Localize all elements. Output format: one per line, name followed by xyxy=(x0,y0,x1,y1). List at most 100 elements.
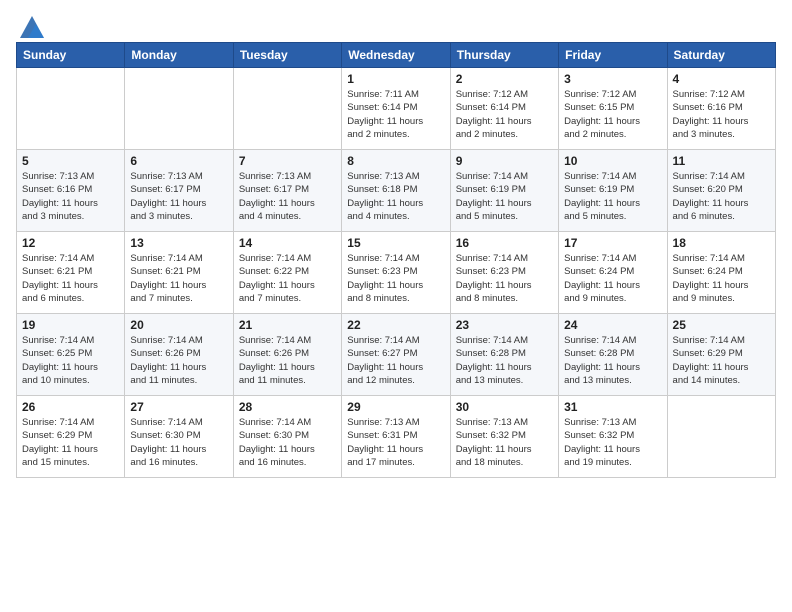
calendar-cell: 10Sunrise: 7:14 AM Sunset: 6:19 PM Dayli… xyxy=(559,150,667,232)
day-number: 24 xyxy=(564,318,661,332)
day-number: 18 xyxy=(673,236,770,250)
day-number: 16 xyxy=(456,236,553,250)
calendar-cell xyxy=(17,68,125,150)
calendar-header-row: SundayMondayTuesdayWednesdayThursdayFrid… xyxy=(17,43,776,68)
calendar-header-friday: Friday xyxy=(559,43,667,68)
day-info: Sunrise: 7:13 AM Sunset: 6:17 PM Dayligh… xyxy=(130,170,227,223)
calendar-cell: 15 Sunrise: 7:14 AM Sunset: 6:23 PM Dayli… xyxy=(342,232,450,314)
logo-icon xyxy=(18,12,46,40)
day-info: Sunrise: 7:14 AM Sunset: 6:30 PM Dayligh… xyxy=(130,416,227,469)
calendar-cell: 12 Sunrise: 7:14 AM Sunset: 6:21 PM Dayli… xyxy=(17,232,125,314)
day-number: 8 xyxy=(347,154,444,168)
calendar-cell: 30 Sunrise: 7:13 AM Sunset: 6:32 PM Dayli… xyxy=(450,396,558,478)
day-info: Sunrise: 7:14 AM Sunset: 6:24 PM Dayligh… xyxy=(564,252,661,305)
day-info: Sunrise: 7:13 AM Sunset: 6:32 PM Dayligh… xyxy=(456,416,553,469)
calendar-cell xyxy=(667,396,775,478)
day-info: Sunrise: 7:14 AM Sunset: 6:23 PM Dayligh… xyxy=(456,252,553,305)
day-info: Sunrise: 7:14 AM Sunset: 6:26 PM Dayligh… xyxy=(239,334,336,387)
day-info: Sunrise: 7:12 AM Sunset: 6:14 PM Dayligh… xyxy=(456,88,553,141)
calendar-header-tuesday: Tuesday xyxy=(233,43,341,68)
day-number: 31 xyxy=(564,400,661,414)
day-info: Sunrise: 7:12 AM Sunset: 6:15 PM Dayligh… xyxy=(564,88,661,141)
day-info: Sunrise: 7:14 AM Sunset: 6:24 PM Dayligh… xyxy=(673,252,770,305)
calendar-cell: 18 Sunrise: 7:14 AM Sunset: 6:24 PM Dayli… xyxy=(667,232,775,314)
day-number: 6 xyxy=(130,154,227,168)
calendar-week-5: 26Sunrise: 7:14 AM Sunset: 6:29 PM Dayli… xyxy=(17,396,776,478)
calendar-cell: 14Sunrise: 7:14 AM Sunset: 6:22 PM Dayli… xyxy=(233,232,341,314)
day-info: Sunrise: 7:11 AM Sunset: 6:14 PM Dayligh… xyxy=(347,88,444,141)
day-number: 29 xyxy=(347,400,444,414)
day-number: 20 xyxy=(130,318,227,332)
day-number: 13 xyxy=(130,236,227,250)
calendar-header-sunday: Sunday xyxy=(17,43,125,68)
day-number: 23 xyxy=(456,318,553,332)
day-number: 17 xyxy=(564,236,661,250)
day-number: 2 xyxy=(456,72,553,86)
day-info: Sunrise: 7:13 AM Sunset: 6:16 PM Dayligh… xyxy=(22,170,119,223)
day-info: Sunrise: 7:14 AM Sunset: 6:27 PM Dayligh… xyxy=(347,334,444,387)
day-number: 25 xyxy=(673,318,770,332)
calendar-cell xyxy=(233,68,341,150)
calendar: SundayMondayTuesdayWednesdayThursdayFrid… xyxy=(16,42,776,478)
calendar-cell: 1Sunrise: 7:11 AM Sunset: 6:14 PM Daylig… xyxy=(342,68,450,150)
calendar-header-wednesday: Wednesday xyxy=(342,43,450,68)
calendar-cell: 25 Sunrise: 7:14 AM Sunset: 6:29 PM Dayli… xyxy=(667,314,775,396)
day-info: Sunrise: 7:14 AM Sunset: 6:22 PM Dayligh… xyxy=(239,252,336,305)
calendar-week-4: 19Sunrise: 7:14 AM Sunset: 6:25 PM Dayli… xyxy=(17,314,776,396)
calendar-cell: 17 Sunrise: 7:14 AM Sunset: 6:24 PM Dayli… xyxy=(559,232,667,314)
calendar-cell: 5 Sunrise: 7:13 AM Sunset: 6:16 PM Daylig… xyxy=(17,150,125,232)
day-number: 5 xyxy=(22,154,119,168)
calendar-cell: 26Sunrise: 7:14 AM Sunset: 6:29 PM Dayli… xyxy=(17,396,125,478)
day-number: 30 xyxy=(456,400,553,414)
day-info: Sunrise: 7:14 AM Sunset: 6:29 PM Dayligh… xyxy=(673,334,770,387)
day-number: 11 xyxy=(673,154,770,168)
calendar-cell: 19Sunrise: 7:14 AM Sunset: 6:25 PM Dayli… xyxy=(17,314,125,396)
calendar-cell: 3 Sunrise: 7:12 AM Sunset: 6:15 PM Daylig… xyxy=(559,68,667,150)
calendar-header-saturday: Saturday xyxy=(667,43,775,68)
calendar-cell xyxy=(125,68,233,150)
calendar-week-1: 1Sunrise: 7:11 AM Sunset: 6:14 PM Daylig… xyxy=(17,68,776,150)
day-number: 9 xyxy=(456,154,553,168)
day-info: Sunrise: 7:14 AM Sunset: 6:30 PM Dayligh… xyxy=(239,416,336,469)
day-number: 19 xyxy=(22,318,119,332)
day-info: Sunrise: 7:14 AM Sunset: 6:23 PM Dayligh… xyxy=(347,252,444,305)
calendar-cell: 9Sunrise: 7:14 AM Sunset: 6:19 PM Daylig… xyxy=(450,150,558,232)
day-number: 28 xyxy=(239,400,336,414)
day-number: 26 xyxy=(22,400,119,414)
calendar-cell: 28 Sunrise: 7:14 AM Sunset: 6:30 PM Dayli… xyxy=(233,396,341,478)
day-number: 7 xyxy=(239,154,336,168)
calendar-cell: 23 Sunrise: 7:14 AM Sunset: 6:28 PM Dayli… xyxy=(450,314,558,396)
calendar-cell: 29 Sunrise: 7:13 AM Sunset: 6:31 PM Dayli… xyxy=(342,396,450,478)
calendar-cell: 13 Sunrise: 7:14 AM Sunset: 6:21 PM Dayli… xyxy=(125,232,233,314)
calendar-cell: 31Sunrise: 7:13 AM Sunset: 6:32 PM Dayli… xyxy=(559,396,667,478)
day-info: Sunrise: 7:14 AM Sunset: 6:21 PM Dayligh… xyxy=(130,252,227,305)
calendar-cell: 20 Sunrise: 7:14 AM Sunset: 6:26 PM Dayli… xyxy=(125,314,233,396)
day-number: 27 xyxy=(130,400,227,414)
calendar-cell: 21Sunrise: 7:14 AM Sunset: 6:26 PM Dayli… xyxy=(233,314,341,396)
day-number: 3 xyxy=(564,72,661,86)
day-info: Sunrise: 7:13 AM Sunset: 6:31 PM Dayligh… xyxy=(347,416,444,469)
day-info: Sunrise: 7:12 AM Sunset: 6:16 PM Dayligh… xyxy=(673,88,770,141)
day-number: 12 xyxy=(22,236,119,250)
day-info: Sunrise: 7:14 AM Sunset: 6:26 PM Dayligh… xyxy=(130,334,227,387)
logo xyxy=(16,12,46,36)
day-number: 10 xyxy=(564,154,661,168)
day-number: 4 xyxy=(673,72,770,86)
day-info: Sunrise: 7:14 AM Sunset: 6:21 PM Dayligh… xyxy=(22,252,119,305)
day-number: 15 xyxy=(347,236,444,250)
calendar-cell: 6 Sunrise: 7:13 AM Sunset: 6:17 PM Daylig… xyxy=(125,150,233,232)
header xyxy=(16,12,776,36)
day-number: 22 xyxy=(347,318,444,332)
page: SundayMondayTuesdayWednesdayThursdayFrid… xyxy=(0,0,792,488)
calendar-header-monday: Monday xyxy=(125,43,233,68)
calendar-cell: 22 Sunrise: 7:14 AM Sunset: 6:27 PM Dayli… xyxy=(342,314,450,396)
day-info: Sunrise: 7:14 AM Sunset: 6:20 PM Dayligh… xyxy=(673,170,770,223)
calendar-cell: 7 Sunrise: 7:13 AM Sunset: 6:17 PM Daylig… xyxy=(233,150,341,232)
calendar-cell: 8 Sunrise: 7:13 AM Sunset: 6:18 PM Daylig… xyxy=(342,150,450,232)
day-info: Sunrise: 7:14 AM Sunset: 6:28 PM Dayligh… xyxy=(456,334,553,387)
calendar-cell: 11 Sunrise: 7:14 AM Sunset: 6:20 PM Dayli… xyxy=(667,150,775,232)
day-info: Sunrise: 7:13 AM Sunset: 6:18 PM Dayligh… xyxy=(347,170,444,223)
calendar-cell: 4 Sunrise: 7:12 AM Sunset: 6:16 PM Daylig… xyxy=(667,68,775,150)
calendar-cell: 27 Sunrise: 7:14 AM Sunset: 6:30 PM Dayli… xyxy=(125,396,233,478)
day-info: Sunrise: 7:13 AM Sunset: 6:17 PM Dayligh… xyxy=(239,170,336,223)
